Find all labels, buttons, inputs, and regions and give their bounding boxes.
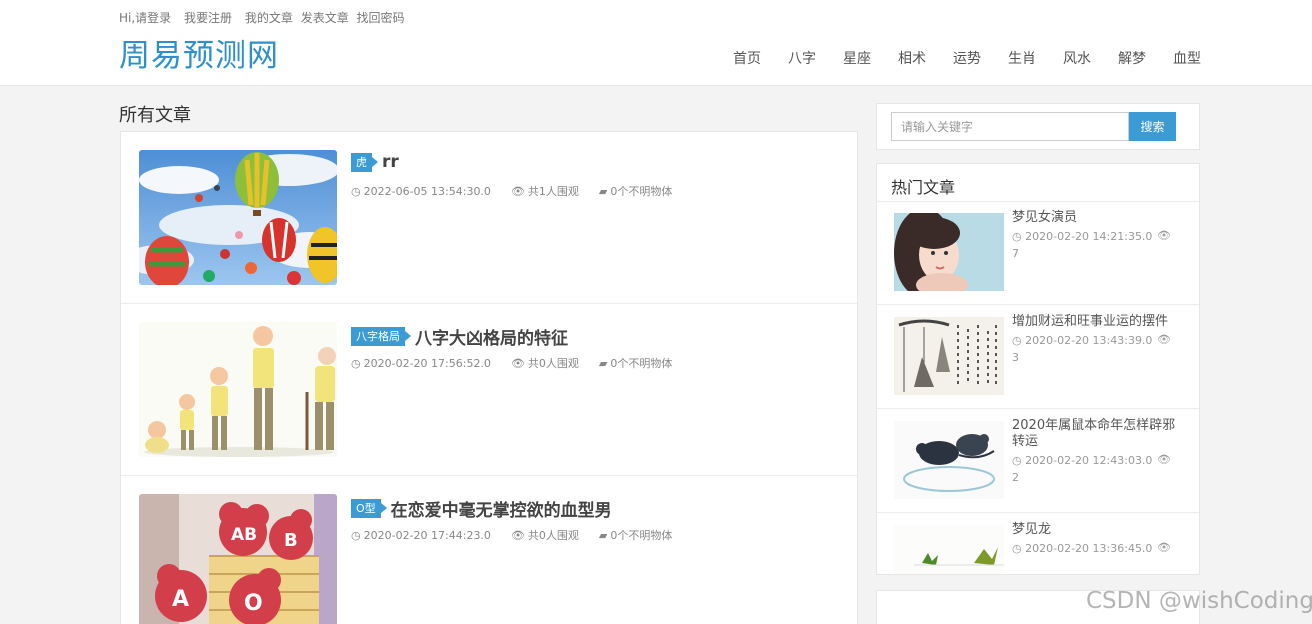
hot-article-date: 2020-02-20 13:36:45.0 [1025, 542, 1153, 555]
article-item: AB B A O O型 在恋爱中毫无掌控欲的血型男 ◷ 2020-02-20 17… [121, 476, 857, 624]
search-input[interactable] [891, 112, 1129, 141]
clock-icon: ◷ [1012, 230, 1026, 243]
article-meta: ◷ 2020-02-20 17:44:23.0 👁 共0人围观 ▰ 0个不明物体 [351, 527, 692, 543]
my-articles-link[interactable]: 我的文章 [245, 11, 293, 25]
article-title[interactable]: 在恋爱中毫无掌控欲的血型男 [391, 496, 612, 521]
hot-article-views: 2 [1012, 471, 1019, 484]
nav-item-bloodtype[interactable]: 血型 [1173, 48, 1201, 68]
category-tag[interactable]: 八字格局 [351, 327, 411, 346]
comment-icon: ▰ [598, 356, 608, 370]
nav-item-fortune[interactable]: 运势 [953, 48, 981, 68]
article-date: 2022-06-05 13:54:30.0 [363, 184, 491, 198]
register-link[interactable]: 我要注册 [184, 11, 232, 25]
article-thumbnail-balloons[interactable] [139, 150, 337, 285]
nav-item-home[interactable]: 首页 [733, 48, 761, 68]
hot-article-thumbnail[interactable] [894, 525, 1004, 574]
watermark: CSDN @wishCoding [1086, 588, 1312, 614]
hot-article-item: 梦见龙 ◷ 2020-02-20 13:36:45.0 👁 [877, 513, 1199, 574]
article-date: 2020-02-20 17:44:23.0 [363, 528, 491, 542]
eye-icon: 👁 [1157, 229, 1171, 242]
top-links: Hi,请登录 我要注册 我的文章 发表文章 找回密码 [119, 9, 414, 26]
hot-article-date: 2020-02-20 13:43:39.0 [1025, 334, 1153, 347]
search-panel: 搜索 [876, 103, 1200, 150]
nav-item-horoscope[interactable]: 星座 [843, 48, 871, 68]
hot-article-item: 2020年属鼠本命年怎样辟邪转运 ◷ 2020-02-20 12:43:03.0… [877, 409, 1199, 513]
hot-article-date: 2020-02-20 12:43:03.0 [1025, 454, 1153, 467]
hot-article-date: 2020-02-20 14:21:35.0 [1025, 230, 1153, 243]
article-item: 虎 rr ◷ 2022-06-05 13:54:30.0 👁 共1人围观 ▰ 0个不明… [121, 132, 857, 304]
svg-text:B: B [284, 530, 298, 551]
hot-article-thumbnail[interactable] [894, 421, 1004, 499]
eye-icon: 👁 [510, 184, 525, 198]
clock-icon: ◷ [1012, 454, 1026, 467]
hot-article-thumbnail[interactable] [894, 213, 1004, 291]
svg-text:AB: AB [231, 525, 257, 545]
hot-article-item: 增加财运和旺事业运的摆件 ◷ 2020-02-20 13:43:39.0 👁 3 [877, 305, 1199, 409]
article-thumbnail-growth[interactable] [139, 322, 337, 457]
article-list: 虎 rr ◷ 2022-06-05 13:54:30.0 👁 共1人围观 ▰ 0个不明… [120, 131, 858, 624]
main-nav: 首页 八字 星座 相术 运势 生肖 风水 解梦 血型 [706, 48, 1201, 68]
hot-articles-title: 热门文章 [891, 178, 956, 197]
article-thumbnail-bloodtype[interactable]: AB B A O [139, 494, 337, 624]
eye-icon: 👁 [510, 528, 525, 542]
hot-article-title[interactable]: 增加财运和旺事业运的摆件 [1012, 314, 1188, 330]
article-title[interactable]: rr [382, 152, 399, 172]
clock-icon: ◷ [1012, 334, 1026, 347]
nav-item-bazi[interactable]: 八字 [788, 48, 816, 68]
clock-icon: ◷ [351, 184, 361, 198]
article-comments: 0个不明物体 [610, 185, 673, 198]
nav-item-physiognomy[interactable]: 相术 [898, 48, 926, 68]
eye-icon: 👁 [1157, 453, 1171, 466]
hot-article-item: 梦见女演员 ◷ 2020-02-20 14:21:35.0 👁 7 [877, 201, 1199, 305]
article-views: 共0人围观 [527, 357, 579, 370]
site-header: Hi,请登录 我要注册 我的文章 发表文章 找回密码 周易预测网 首页 八字 星… [0, 0, 1312, 86]
login-link[interactable]: Hi,请登录 [119, 11, 171, 25]
clock-icon: ◷ [351, 356, 361, 370]
category-tag[interactable]: O型 [351, 499, 387, 518]
category-tag[interactable]: 虎 [351, 152, 378, 172]
article-comments: 0个不明物体 [610, 357, 673, 370]
clock-icon: ◷ [1012, 542, 1026, 555]
nav-item-zodiac[interactable]: 生肖 [1008, 48, 1036, 68]
article-comments: 0个不明物体 [610, 529, 673, 542]
article-title[interactable]: 八字大凶格局的特征 [415, 324, 568, 349]
publish-article-link[interactable]: 发表文章 [301, 11, 349, 25]
search-button[interactable]: 搜索 [1129, 112, 1176, 141]
reset-password-link[interactable]: 找回密码 [357, 11, 405, 25]
article-meta: ◷ 2022-06-05 13:54:30.0 👁 共1人围观 ▰ 0个不明物体 [351, 183, 692, 199]
eye-icon: 👁 [1157, 333, 1171, 346]
article-item: 八字格局 八字大凶格局的特征 ◷ 2020-02-20 17:56:52.0 👁 共… [121, 304, 857, 476]
hot-article-views: 7 [1012, 247, 1019, 260]
comment-icon: ▰ [598, 528, 608, 542]
nav-item-fengshui[interactable]: 风水 [1063, 48, 1091, 68]
hot-article-views: 3 [1012, 351, 1019, 364]
section-title: 所有文章 [119, 105, 191, 126]
clock-icon: ◷ [351, 528, 361, 542]
article-meta: ◷ 2020-02-20 17:56:52.0 👁 共0人围观 ▰ 0个不明物体 [351, 355, 692, 371]
svg-text:O: O [244, 591, 263, 616]
eye-icon: 👁 [1157, 541, 1171, 554]
nav-item-dreams[interactable]: 解梦 [1118, 48, 1146, 68]
eye-icon: 👁 [510, 356, 525, 370]
hot-articles-panel: 热门文章 梦见女演员 ◷ 2020-02-20 14:21:35.0 👁 7 增… [876, 163, 1200, 575]
svg-text:A: A [172, 587, 189, 612]
comment-icon: ▰ [598, 184, 608, 198]
site-logo[interactable]: 周易预测网 [119, 30, 279, 75]
hot-article-title[interactable]: 梦见女演员 [1012, 210, 1188, 226]
article-date: 2020-02-20 17:56:52.0 [363, 356, 491, 370]
hot-article-title[interactable]: 梦见龙 [1012, 522, 1188, 538]
article-views: 共1人围观 [527, 185, 579, 198]
article-views: 共0人围观 [527, 529, 579, 542]
hot-article-title[interactable]: 2020年属鼠本命年怎样辟邪转运 [1012, 418, 1188, 450]
hot-article-thumbnail[interactable] [894, 317, 1004, 395]
